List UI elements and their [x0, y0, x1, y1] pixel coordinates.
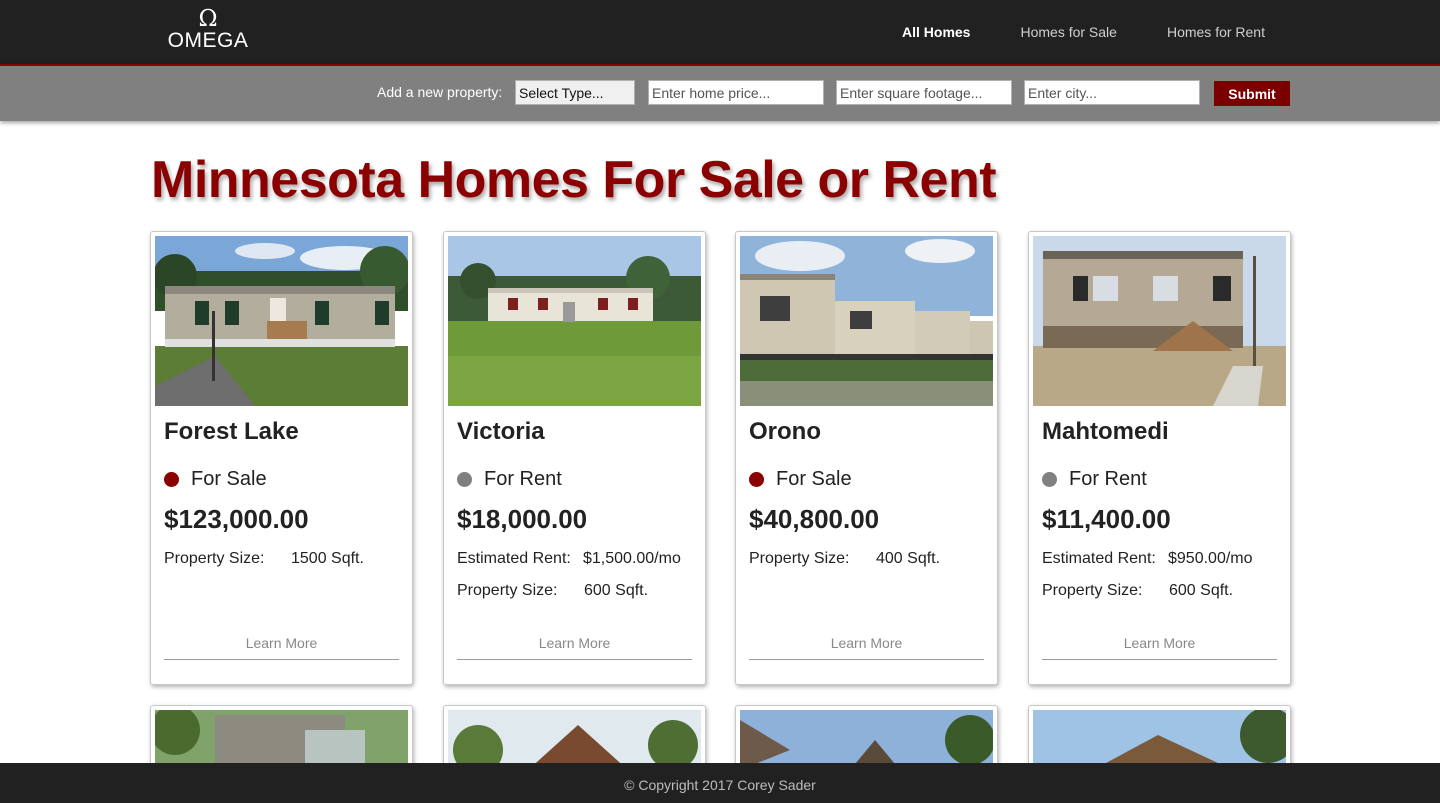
listing-price: $18,000.00 [457, 504, 588, 534]
listing-price: $11,400.00 [1042, 504, 1171, 534]
home-photo-image [155, 236, 408, 406]
nav-links: All Homes Homes for Sale Homes for Rent [852, 0, 1265, 64]
listing-card[interactable]: Forest Lake For Sale $123,000.00 Propert… [150, 231, 413, 685]
omega-logo[interactable]: Ω OMEGA [167, 8, 249, 52]
listing-card[interactable]: Mahtomedi For Rent $11,400.00 Estimated … [1028, 231, 1291, 685]
home-photo[interactable] [740, 236, 993, 406]
type-select-value: Select Type... [519, 84, 604, 101]
estimated-rent-row: Estimated Rent: $950.00/mo [1042, 550, 1253, 568]
listing-city: Victoria [457, 418, 545, 445]
brand-name: OMEGA [167, 29, 249, 52]
for-sale-dot-icon [749, 472, 764, 487]
property-size-row: Property Size: 600 Sqft. [1042, 582, 1233, 600]
home-photo-image [448, 236, 701, 406]
home-photo[interactable] [1033, 710, 1286, 770]
listing-city: Forest Lake [164, 418, 299, 445]
home-photo-image [740, 710, 993, 770]
listing-status: For Rent [457, 468, 562, 491]
square-footage-input[interactable] [836, 80, 1012, 105]
property-size-row: Property Size: 600 Sqft. [457, 582, 648, 600]
add-property-bar: Add a new property: Select Type... Submi… [0, 64, 1440, 121]
listing-status: For Rent [1042, 468, 1147, 491]
learn-more-button[interactable]: Learn More [164, 635, 399, 660]
property-size-value: 600 Sqft. [1169, 582, 1234, 599]
home-photo-image [448, 710, 701, 770]
listing-city: Orono [749, 418, 821, 445]
price-input[interactable] [648, 80, 824, 105]
home-photo[interactable] [448, 236, 701, 406]
copyright-text: © Copyright 2017 Corey Sader [624, 777, 816, 793]
listing-status-label: For Rent [484, 468, 562, 490]
property-size-label: Property Size: [749, 550, 850, 567]
listing-status: For Sale [164, 468, 267, 491]
home-photo[interactable] [155, 710, 408, 770]
for-sale-dot-icon [164, 472, 179, 487]
nav-homes-for-rent[interactable]: Homes for Rent [1167, 24, 1265, 40]
home-photo-image [740, 236, 993, 406]
for-rent-dot-icon [1042, 472, 1057, 487]
type-select[interactable]: Select Type... [515, 80, 635, 105]
home-photo-image [155, 710, 408, 770]
estimated-rent-label: Estimated Rent: [457, 550, 571, 567]
listing-card[interactable]: Orono For Sale $40,800.00 Property Size:… [735, 231, 998, 685]
estimated-rent-value: $1,500.00/mo [583, 550, 681, 567]
home-photo[interactable] [155, 236, 408, 406]
listing-status-label: For Rent [1069, 468, 1147, 490]
learn-more-button[interactable]: Learn More [749, 635, 984, 660]
top-navbar: Ω OMEGA All Homes Homes for Sale Homes f… [0, 0, 1440, 64]
learn-more-button[interactable]: Learn More [1042, 635, 1277, 660]
nav-homes-for-sale[interactable]: Homes for Sale [1020, 24, 1116, 40]
listing-price: $123,000.00 [164, 504, 309, 534]
home-photo[interactable] [448, 710, 701, 770]
learn-more-button[interactable]: Learn More [457, 635, 692, 660]
for-rent-dot-icon [457, 472, 472, 487]
property-size-label: Property Size: [1042, 582, 1143, 599]
listing-status-label: For Sale [776, 468, 852, 490]
home-photo[interactable] [1033, 236, 1286, 406]
add-property-label: Add a new property: [377, 84, 503, 100]
home-photo-image [1033, 710, 1286, 770]
nav-all-homes[interactable]: All Homes [902, 24, 970, 40]
property-size-label: Property Size: [164, 550, 265, 567]
listing-price: $40,800.00 [749, 504, 880, 534]
property-size-row: Property Size: 1500 Sqft. [164, 550, 364, 568]
property-size-value: 1500 Sqft. [291, 550, 364, 567]
submit-button[interactable]: Submit [1214, 81, 1290, 106]
estimated-rent-value: $950.00/mo [1168, 550, 1253, 567]
listing-status: For Sale [749, 468, 852, 491]
property-size-label: Property Size: [457, 582, 558, 599]
estimated-rent-label: Estimated Rent: [1042, 550, 1156, 567]
city-input[interactable] [1024, 80, 1200, 105]
footer: © Copyright 2017 Corey Sader [0, 763, 1440, 803]
listing-status-label: For Sale [191, 468, 267, 490]
listing-card[interactable]: Victoria For Rent $18,000.00 Estimated R… [443, 231, 706, 685]
property-size-value: 600 Sqft. [584, 582, 649, 599]
omega-symbol-icon: Ω [198, 6, 218, 32]
home-photo[interactable] [740, 710, 993, 770]
home-photo-image [1033, 236, 1286, 406]
page-title: Minnesota Homes For Sale or Rent [151, 151, 997, 209]
property-size-value: 400 Sqft. [876, 550, 941, 567]
estimated-rent-row: Estimated Rent: $1,500.00/mo [457, 550, 681, 568]
listing-city: Mahtomedi [1042, 418, 1169, 445]
property-size-row: Property Size: 400 Sqft. [749, 550, 940, 568]
